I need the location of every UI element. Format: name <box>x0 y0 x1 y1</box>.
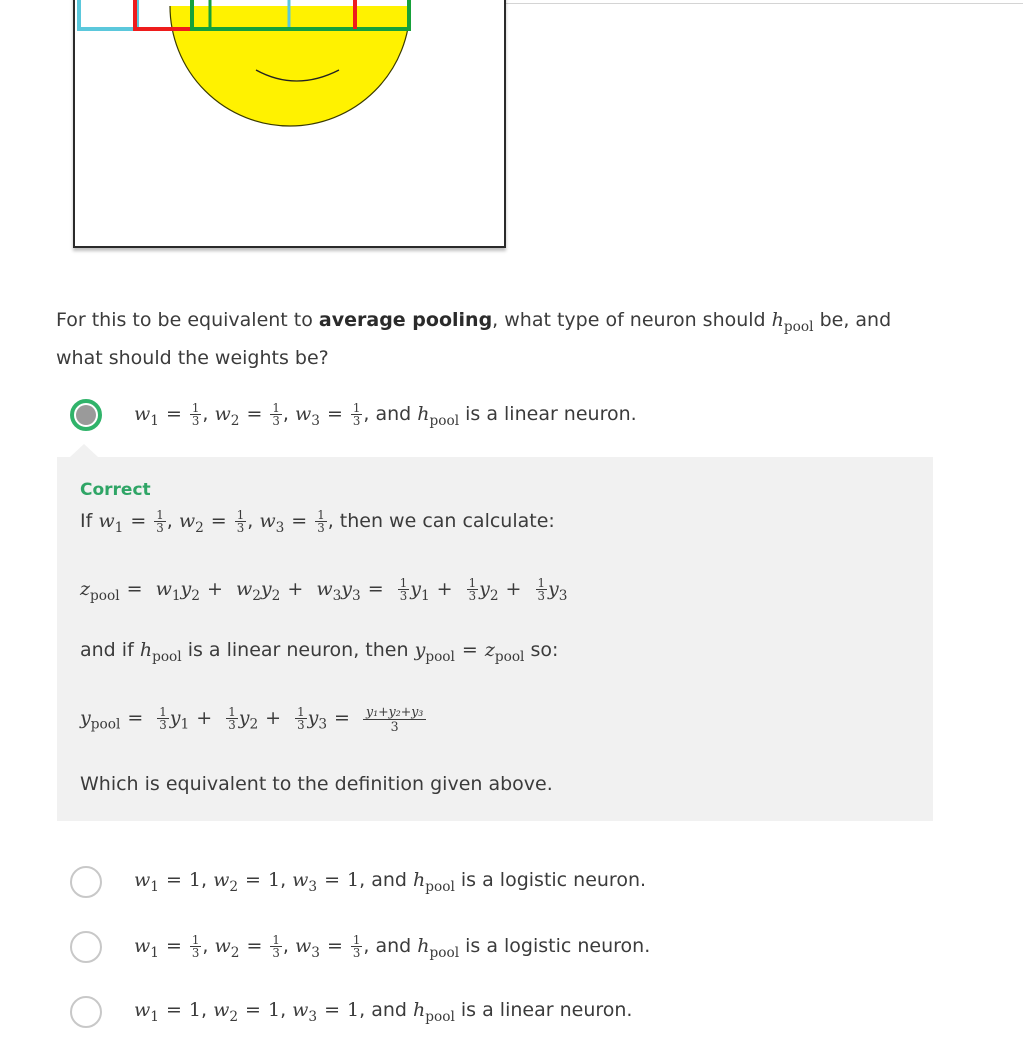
feedback-caret <box>70 444 98 457</box>
feedback-conclusion: Which is equivalent to the definition gi… <box>80 773 553 795</box>
radio-unselected-icon[interactable] <box>70 996 102 1028</box>
option-3-text: w1 = 1 3, w2 = 1 3, w3 = 1 3, and hpool is a logi… <box>134 932 651 961</box>
feedback-panel: Correct If w1 = 1 3, w2 = 1 3, w3 = 1 3, then we … <box>57 457 933 821</box>
answer-option-4[interactable]: w1 = 1, w2 = 1, w3 = 1, and hpool is a linear … <box>70 994 632 1030</box>
feedback-equation-z: zpool = w1y2 + w2y2 + w3y3 = 1 3 y1 + 1 3 y2 + 13y… <box>80 576 568 604</box>
radio-unselected-icon[interactable] <box>70 866 102 898</box>
option-2-text: w1 = 1, w2 = 1, w3 = 1, and hpool is a logisti… <box>134 869 647 895</box>
question-text: For this to be equivalent to average poo… <box>56 309 892 369</box>
answer-option-2[interactable]: w1 = 1, w2 = 1, w3 = 1, and hpool is a logisti… <box>70 864 646 900</box>
smiley-pooling-illustration <box>77 0 411 127</box>
feedback-line-1: If w1 = 1 3, w2 = 1 3, w3 = 1 3, then we can calc… <box>80 508 555 536</box>
pooling-figure <box>73 0 506 248</box>
answer-option-3[interactable]: w1 = 1 3, w2 = 1 3, w3 = 1 3, and hpool is a logi… <box>70 929 650 965</box>
feedback-status: Correct <box>80 480 151 500</box>
feedback-line-3: and if hpool is a linear neuron, then yp… <box>80 639 559 665</box>
option-4-text: w1 = 1, w2 = 1, w3 = 1, and hpool is a linear … <box>134 999 633 1025</box>
pool-window-cyan <box>77 0 139 31</box>
top-divider <box>505 3 1023 4</box>
radio-selected-icon[interactable] <box>70 399 102 431</box>
answer-option-1[interactable]: w1 = 1 3, w2 = 1 3, w3 = 1 3, and hpool is a line… <box>70 397 637 433</box>
option-1-text: w1 = 1 3, w2 = 1 3, w3 = 1 3, and hpool is a line… <box>134 400 637 429</box>
radio-unselected-icon[interactable] <box>70 931 102 963</box>
feedback-equation-y: ypool = 1 3 y1 + 1 3 y2 + 1 3 y3 = y₁+y₂+y₃ 3 <box>80 705 427 734</box>
bold-term: average pooling <box>318 309 493 331</box>
